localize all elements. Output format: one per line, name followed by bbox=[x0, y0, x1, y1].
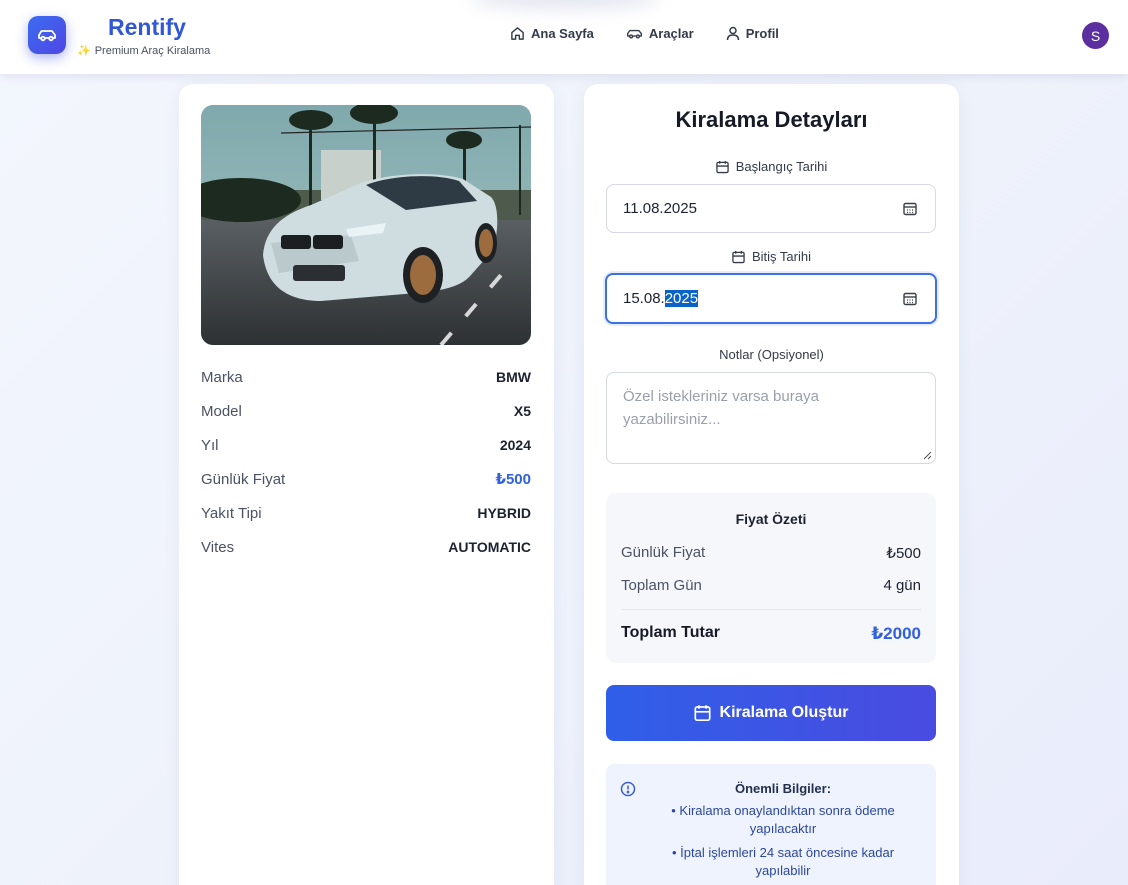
spec-label: Marka bbox=[201, 368, 243, 386]
end-date-prefix: 15.08. bbox=[623, 290, 665, 307]
spec-row-model: Model X5 bbox=[201, 394, 531, 428]
summary-total-value: ₺2000 bbox=[871, 624, 921, 643]
info-icon bbox=[620, 781, 636, 797]
summary-days-label: Toplam Gün bbox=[621, 577, 702, 594]
user-avatar[interactable]: S bbox=[1082, 22, 1109, 49]
date-picker-icon[interactable] bbox=[903, 202, 917, 216]
spec-row-transmission: Vites AUTOMATIC bbox=[201, 530, 531, 564]
nav-label-home: Ana Sayfa bbox=[531, 26, 594, 41]
summary-title: Fiyat Özeti bbox=[735, 511, 807, 527]
home-icon bbox=[511, 27, 524, 40]
spec-row-brand: Marka BMW bbox=[201, 360, 531, 394]
spec-value: 2024 bbox=[499, 437, 531, 453]
resize-handle-icon[interactable] bbox=[923, 451, 932, 460]
brand-tagline: ✨ Premium Araç Kiralama bbox=[77, 44, 211, 58]
summary-days-row: Toplam Gün 4 gün bbox=[621, 577, 921, 594]
notes-label: Notlar (Opsiyonel) bbox=[719, 347, 824, 362]
end-date-label-text: Bitiş Tarihi bbox=[751, 249, 811, 264]
nav-item-cars[interactable]: Araçlar bbox=[626, 26, 694, 41]
logo-car-icon[interactable] bbox=[28, 16, 66, 54]
end-date-input[interactable]: 15.08.2025 bbox=[605, 273, 937, 324]
nav-label-profile: Profil bbox=[745, 26, 779, 41]
info-title: Önemli Bilgiler: bbox=[734, 781, 832, 796]
end-date-value: 15.08.2025 bbox=[623, 290, 699, 307]
summary-daily-value: ₺500 bbox=[886, 545, 921, 562]
car-specs: Marka BMW Model X5 Yıl 2024 Günlük Fiyat… bbox=[201, 360, 531, 564]
car-image bbox=[201, 105, 531, 345]
header-glow bbox=[470, 0, 660, 10]
summary-daily-row: Günlük Fiyat ₺500 bbox=[621, 544, 921, 562]
end-date-label: Bitiş Tarihi bbox=[584, 249, 959, 264]
spec-label: Vites bbox=[201, 538, 235, 556]
user-icon bbox=[726, 26, 739, 41]
start-date-input[interactable]: 11.08.2025 bbox=[606, 184, 936, 233]
summary-divider bbox=[621, 609, 921, 610]
spec-value: X5 bbox=[513, 403, 531, 419]
notes-placeholder: Özel istekleriniz varsa buraya yazabilir… bbox=[623, 388, 819, 428]
calendar-icon bbox=[715, 160, 729, 173]
price-summary: Fiyat Özeti Günlük Fiyat ₺500 Toplam Gün… bbox=[606, 493, 936, 663]
create-rental-label: Kiralama Oluştur bbox=[719, 704, 849, 721]
nav-item-profile[interactable]: Profil bbox=[726, 26, 779, 41]
start-date-value: 11.08.2025 bbox=[623, 200, 697, 217]
spec-label: Günlük Fiyat bbox=[201, 470, 286, 488]
summary-daily-label: Günlük Fiyat bbox=[621, 544, 706, 561]
car-photo bbox=[201, 105, 531, 345]
spec-row-year: Yıl 2024 bbox=[201, 428, 531, 462]
start-date-label-text: Başlangıç Tarihi bbox=[735, 159, 828, 174]
spec-label: Model bbox=[201, 402, 242, 420]
spec-label: Yıl bbox=[201, 436, 219, 454]
summary-total-row: Toplam Tutar ₺2000 bbox=[621, 624, 921, 644]
info-item: • Kiralama onaylandıktan sonra ödeme yap… bbox=[671, 803, 895, 836]
info-item: • İptal işlemleri 24 saat öncesine kadar… bbox=[671, 845, 895, 878]
panel-title: Kiralama Detayları bbox=[675, 107, 868, 132]
spec-label: Yakıt Tipi bbox=[201, 504, 262, 522]
spec-value: HYBRID bbox=[477, 505, 531, 521]
summary-days-value: 4 gün bbox=[883, 577, 921, 594]
brand-name[interactable]: Rentify bbox=[108, 14, 186, 41]
create-rental-button[interactable]: Kiralama Oluştur bbox=[606, 685, 936, 741]
start-date-label: Başlangıç Tarihi bbox=[584, 159, 959, 174]
spec-row-fuel: Yakıt Tipi HYBRID bbox=[201, 496, 531, 530]
nav-label-cars: Araçlar bbox=[648, 26, 694, 41]
rental-form-card: Kiralama Detayları Başlangıç Tarihi 11.0… bbox=[584, 84, 959, 885]
nav-item-home[interactable]: Ana Sayfa bbox=[510, 26, 594, 41]
car-info-card: Marka BMW Model X5 Yıl 2024 Günlük Fiyat… bbox=[179, 84, 554, 885]
important-info-box: Önemli Bilgiler: • Kiralama onaylandıkta… bbox=[606, 764, 936, 885]
summary-total-label: Toplam Tutar bbox=[621, 624, 720, 641]
top-navbar: Rentify ✨ Premium Araç Kiralama Ana Sayf… bbox=[0, 0, 1128, 74]
end-date-selected-year: 2025 bbox=[664, 290, 699, 307]
sparkle-icon: ✨ bbox=[77, 45, 91, 57]
spec-value: BMW bbox=[496, 369, 531, 385]
notes-textarea[interactable]: Özel istekleriniz varsa buraya yazabilir… bbox=[606, 372, 936, 464]
car-icon bbox=[626, 29, 642, 39]
main-nav: Ana Sayfa Araçlar Profil bbox=[510, 26, 779, 41]
spec-row-daily-price: Günlük Fiyat ₺500 bbox=[201, 462, 531, 496]
date-picker-icon[interactable] bbox=[903, 292, 917, 306]
calendar-icon bbox=[693, 705, 711, 722]
tagline-text: Premium Araç Kiralama bbox=[94, 44, 211, 57]
calendar-icon bbox=[732, 250, 745, 263]
spec-value-price: ₺500 bbox=[495, 471, 531, 488]
spec-value: AUTOMATIC bbox=[448, 539, 531, 555]
